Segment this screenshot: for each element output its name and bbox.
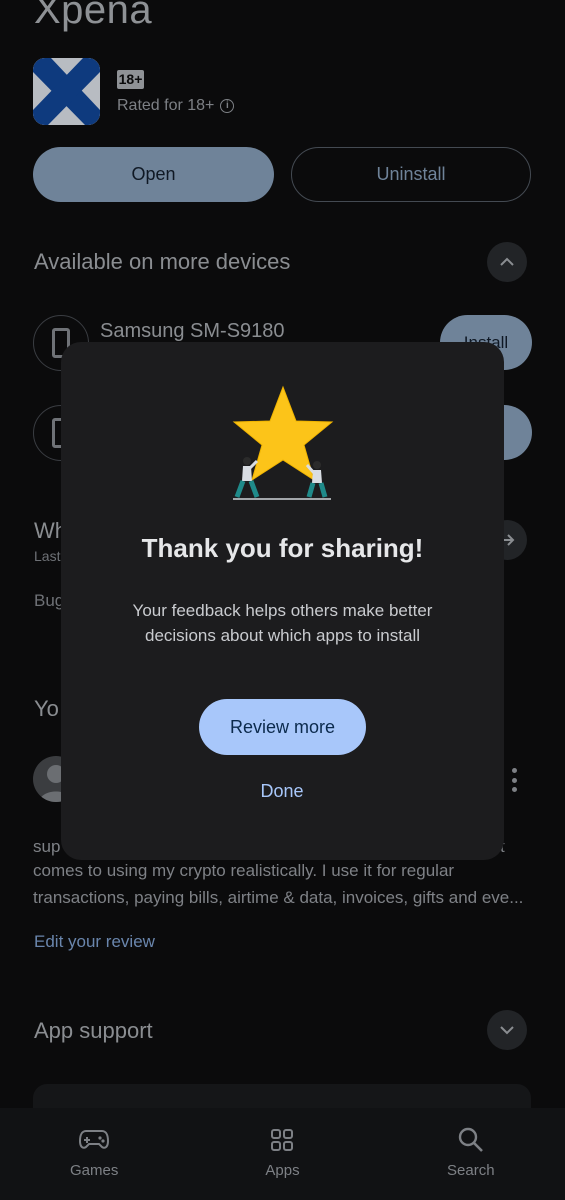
whats-new-subtitle: Last xyxy=(34,548,61,564)
nav-label-games: Games xyxy=(69,1162,119,1179)
review-text-line3: transactions, paying bills, airtime & da… xyxy=(33,888,524,907)
collapse-devices-button[interactable] xyxy=(487,242,527,282)
dialog-title: Thank you for sharing! xyxy=(141,533,424,563)
content-rating-label: Rated for 18+ xyxy=(117,97,215,114)
app-name: Xpena xyxy=(34,0,153,32)
star-illustration-icon xyxy=(225,385,340,505)
edit-review-link[interactable]: Edit your review xyxy=(34,932,155,952)
review-more-button[interactable]: Review more xyxy=(199,699,366,755)
done-button[interactable]: Done xyxy=(232,781,332,807)
nav-label-apps: Apps xyxy=(265,1162,300,1179)
device-name: Samsung SM-S9180 xyxy=(100,320,285,342)
dialog-body: Your feedback helps others make better d… xyxy=(132,601,433,645)
gamepad-icon xyxy=(79,1126,110,1154)
apps-grid-icon xyxy=(270,1126,294,1154)
age-rating-badge: 18+ xyxy=(117,70,144,89)
chevron-down-icon xyxy=(500,1026,514,1035)
expand-support-button[interactable] xyxy=(487,1010,527,1050)
review-text-line2: comes to using my crypto realistically. … xyxy=(33,861,455,880)
nav-item-games[interactable]: Games xyxy=(0,1108,188,1200)
open-button[interactable]: Open xyxy=(33,147,274,202)
bottom-navigation: Games Apps Search xyxy=(0,1108,565,1200)
chevron-up-icon xyxy=(500,257,514,266)
app-logo-icon xyxy=(33,58,100,125)
info-icon[interactable]: i xyxy=(220,99,235,113)
whats-new-text: Bug xyxy=(34,591,65,610)
search-icon xyxy=(458,1126,484,1154)
review-line1-start: sup xyxy=(33,837,61,856)
content-rating[interactable]: Rated for 18+ i xyxy=(117,97,235,115)
app-support-title: App support xyxy=(34,1018,153,1043)
nav-label-search: Search xyxy=(447,1162,495,1179)
more-devices-title: Available on more devices xyxy=(34,249,291,274)
nav-item-apps[interactable]: Apps xyxy=(188,1108,376,1200)
uninstall-button[interactable]: Uninstall xyxy=(291,147,531,202)
your-review-title: Yo xyxy=(34,696,59,721)
nav-item-search[interactable]: Search xyxy=(377,1108,565,1200)
more-options-icon[interactable] xyxy=(510,768,518,792)
